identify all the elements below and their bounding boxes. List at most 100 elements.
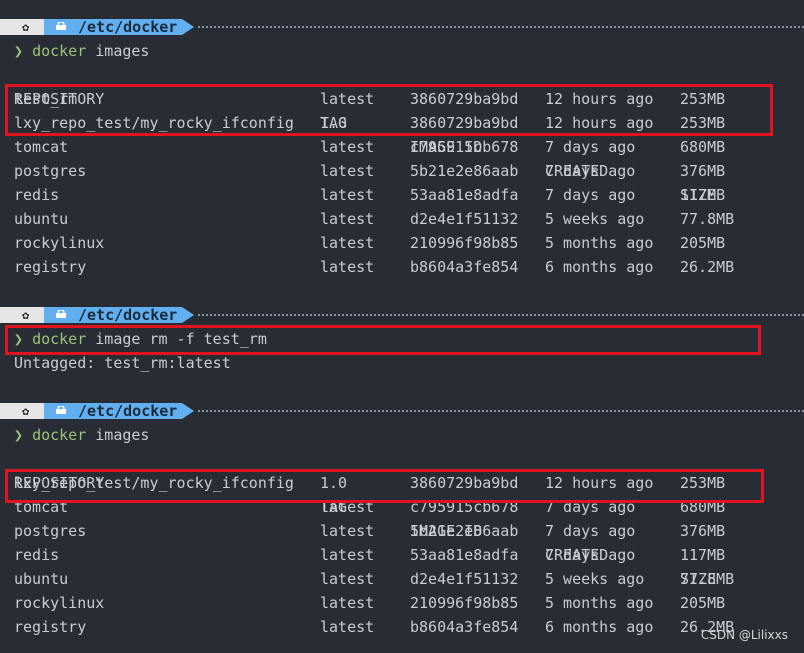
created-cell: 5 weeks ago [545,570,645,588]
table-row: ubuntu latest d2e4e1f51132 5 weeks ago 77.8M… [14,567,794,591]
table-row: redis latest 53aa81e8adfa 7 days ago 117MB [14,543,794,567]
gear-icon: ✿ [22,308,30,322]
prompt-chevron-icon: ❯ [14,426,24,444]
tag-cell: latest [320,234,375,252]
created-cell: 6 months ago [545,258,654,276]
created-cell: 5 weeks ago [545,210,645,228]
path-segment: /etc/docker [44,18,182,36]
created-cell: 7 days ago [545,186,636,204]
segment-arrow [182,307,194,323]
image-id-cell: d2e4e1f51132 [410,210,519,228]
image-id-cell: 5b21e2e86aab [410,522,519,540]
created-cell: 5 months ago [545,594,654,612]
table-row: ubuntu latest d2e4e1f51132 5 weeks ago 77.8M… [14,207,794,231]
highlight-box [5,84,773,136]
prompt-bar: ✿ /etc/docker [0,399,804,423]
size-cell: 77.8MB [680,210,735,228]
created-cell: 5 months ago [545,234,654,252]
created-cell: 7 days ago [545,546,636,564]
path-text: /etc/docker [78,18,178,36]
size-cell: 680MB [680,138,726,156]
image-id-cell: b8604a3fe854 [410,258,519,276]
table-row: registry latest b8604a3fe854 6 months ago 26… [14,615,794,639]
table-row: postgres latest 5b21e2e86aab 7 days ago 376M… [14,519,794,543]
gear-segment: ✿ [0,19,44,35]
repository-cell: rockylinux [14,594,105,612]
prompt-filler [198,410,804,412]
size-cell: 26.2MB [680,258,735,276]
table-row: tomcat latest c795915cb678 7 days ago 680MB [14,135,794,159]
image-id-cell: c795915cb678 [410,138,519,156]
table-row: registry latest b8604a3fe854 6 months ago 26… [14,255,794,279]
highlight-box [5,325,761,355]
created-cell: 7 days ago [545,138,636,156]
size-cell: 376MB [680,522,726,540]
repository-cell: postgres [14,522,87,540]
tag-cell: latest [320,162,375,180]
segment-arrow [182,403,194,419]
repository-cell: tomcat [14,138,69,156]
tag-cell: latest [320,546,375,564]
table-row: postgres latest 5b21e2e86aab 7 days ago 376M… [14,159,794,183]
size-cell: 205MB [680,234,726,252]
created-cell: 6 months ago [545,618,654,636]
path-segment: /etc/docker [44,402,182,420]
table-row: redis latest 53aa81e8adfa 7 days ago 117MB [14,183,794,207]
segment-arrow [182,19,194,35]
table-row: rockylinux latest 210996f98b85 5 months ago… [14,591,794,615]
command-args: images [86,42,150,60]
command-name: docker [32,42,87,60]
tag-cell: latest [320,210,375,228]
highlight-box [5,469,764,503]
prompt-bar: ✿ /etc/docker [0,15,804,39]
repository-cell: registry [14,618,87,636]
repository-cell: redis [14,546,60,564]
gear-segment: ✿ [0,403,44,419]
image-id-cell: 210996f98b85 [410,594,519,612]
repository-cell: rockylinux [14,234,105,252]
created-cell: 7 days ago [545,162,636,180]
tag-cell: latest [320,138,375,156]
prompt-filler [198,314,804,316]
command-line: ❯ docker images [14,39,149,63]
gear-icon: ✿ [22,404,30,418]
path-segment: /etc/docker [44,306,182,324]
repository-cell: ubuntu [14,570,69,588]
watermark: CSDN @Lilixxs [700,628,788,642]
image-id-cell: 53aa81e8adfa [410,546,519,564]
command-name: docker [32,426,87,444]
tag-cell: latest [320,186,375,204]
gear-icon: ✿ [22,20,30,34]
repository-cell: registry [14,258,87,276]
lock-icon [56,22,66,30]
tag-cell: latest [320,618,375,636]
image-id-cell: d2e4e1f51132 [410,570,519,588]
size-cell: 117MB [680,186,726,204]
prompt-chevron-icon: ❯ [14,42,24,60]
image-id-cell: 53aa81e8adfa [410,186,519,204]
size-cell: 77.8MB [680,570,735,588]
gear-segment: ✿ [0,307,44,323]
prompt-filler [198,26,804,28]
image-id-cell: 5b21e2e86aab [410,162,519,180]
image-id-cell: 210996f98b85 [410,234,519,252]
repository-cell: postgres [14,162,87,180]
tag-cell: latest [320,594,375,612]
tag-cell: latest [320,258,375,276]
command-line: ❯ docker images [14,423,149,447]
repository-cell: ubuntu [14,210,69,228]
created-cell: 7 days ago [545,522,636,540]
size-cell: 117MB [680,546,726,564]
path-text: /etc/docker [78,402,178,420]
image-id-cell: b8604a3fe854 [410,618,519,636]
prompt-bar: ✿ /etc/docker [0,303,804,327]
path-text: /etc/docker [78,306,178,324]
lock-icon [56,310,66,318]
tag-cell: latest [320,522,375,540]
size-cell: 376MB [680,162,726,180]
lock-icon [56,406,66,414]
table-header: REPOSITORY TAG IMAGE ID CREATED SIZE [14,447,794,588]
repository-cell: redis [14,186,60,204]
size-cell: 205MB [680,594,726,612]
tag-cell: latest [320,570,375,588]
